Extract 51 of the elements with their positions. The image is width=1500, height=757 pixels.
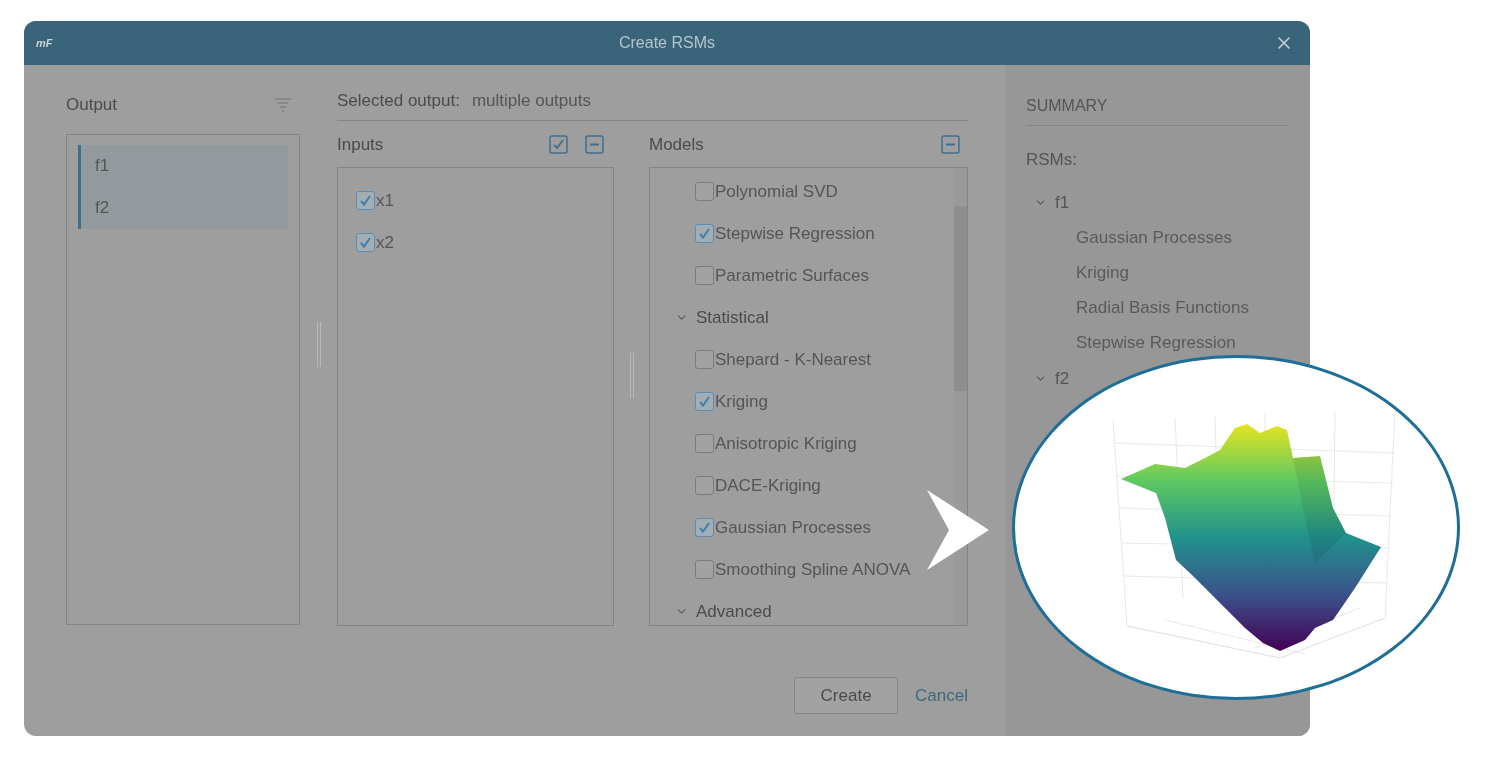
collapse-icon[interactable] [941, 135, 960, 154]
output-item[interactable]: f2 [78, 187, 288, 229]
checkmark-icon [698, 395, 711, 408]
selected-output-label: Selected output: [337, 90, 460, 112]
model-label: Parametric Surfaces [715, 264, 869, 287]
checkbox[interactable] [695, 518, 714, 537]
summary-model-label: Gaussian Processes [1075, 227, 1233, 250]
summary-output-label[interactable]: f1 [1055, 189, 1070, 216]
collapse-icon[interactable] [585, 135, 604, 154]
model-label: Anisotropic Kriging [715, 432, 857, 455]
input-label: x1 [376, 189, 394, 212]
summary-model-label: Stepwise Regression [1075, 332, 1237, 355]
summary-model-label: Kriging [1075, 262, 1130, 285]
checkmark-icon [359, 236, 372, 249]
checkbox[interactable] [356, 191, 375, 210]
model-label: DACE-Kriging [715, 474, 821, 497]
check-all-icon[interactable] [549, 135, 568, 154]
checkbox[interactable] [695, 182, 714, 201]
checkbox[interactable] [695, 266, 714, 285]
models-label: Models [649, 133, 704, 156]
model-label: Polynomial SVD [715, 180, 838, 203]
model-label: Gaussian Processes [715, 516, 871, 539]
model-label: Kriging [715, 390, 768, 413]
model-label: Stepwise Regression [715, 222, 875, 245]
selected-output-value: multiple outputs [471, 90, 591, 112]
checkbox[interactable] [695, 434, 714, 453]
summary-model-label: Radial Basis Functions [1075, 297, 1250, 320]
window-title: Create RSMs [618, 33, 716, 53]
model-group-label[interactable]: Advanced [696, 598, 772, 625]
checkbox[interactable] [695, 392, 714, 411]
checkbox[interactable] [695, 224, 714, 243]
output-item[interactable]: f1 [78, 145, 288, 187]
scrollbar[interactable] [954, 167, 967, 625]
cancel-link[interactable]: Cancel [915, 682, 968, 709]
checkmark-icon [698, 227, 711, 240]
app-logo: mF [36, 35, 54, 51]
model-label: Shepard - K-Nearest [715, 348, 871, 371]
model-group-label[interactable]: Statistical [696, 304, 769, 331]
output-label: Output [66, 94, 118, 117]
input-label: x2 [376, 231, 394, 254]
checkbox[interactable] [695, 350, 714, 369]
checkmark-icon [698, 521, 711, 534]
create-button[interactable]: Create [794, 677, 899, 714]
model-label: Smoothing Spline ANOVA [715, 558, 911, 581]
summary-title: SUMMARY [1026, 96, 1109, 116]
checkbox[interactable] [356, 233, 375, 252]
checkbox[interactable] [695, 560, 714, 579]
inputs-label: Inputs [337, 133, 384, 156]
rsms-label: RSMs: [1026, 149, 1078, 171]
checkmark-icon [359, 194, 372, 207]
checkbox[interactable] [695, 476, 714, 495]
